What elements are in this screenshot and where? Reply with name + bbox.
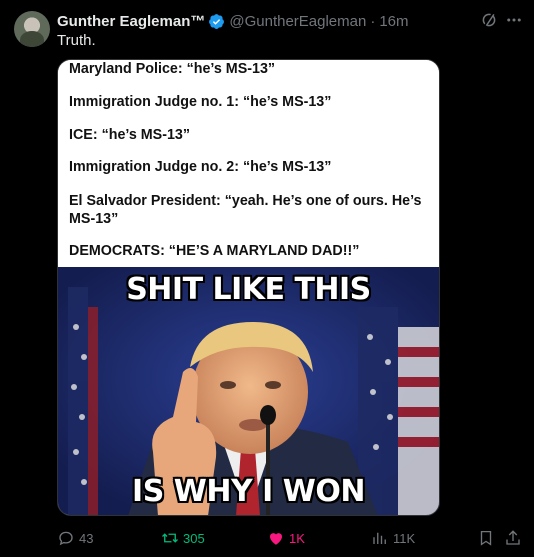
views-icon <box>373 532 386 544</box>
meme-top-text: SHIT LIKE THIS <box>126 272 371 307</box>
bookmark-icon <box>480 530 492 546</box>
quote-line: ICE: “he’s MS-13” <box>69 127 191 143</box>
repost-count: 305 <box>183 530 205 546</box>
share-button[interactable] <box>504 527 522 549</box>
reply-count: 43 <box>79 530 94 546</box>
reply-button[interactable]: 43 <box>57 527 93 549</box>
like-count: 1K <box>289 530 305 546</box>
share-icon <box>506 530 520 545</box>
views-count: 11K <box>393 530 416 546</box>
bookmark-button[interactable] <box>477 527 495 549</box>
post[interactable]: Gunther Eagleman™ @GuntherEagleman · 16m… <box>0 0 534 557</box>
like-icon <box>270 533 282 545</box>
quote-line: Immigration Judge no. 1: “he’s MS-13” <box>69 94 332 110</box>
post-text: Truth. <box>57 32 96 49</box>
quote-text-panel: Maryland Police: “he’s MS-13” Immigratio… <box>58 60 439 267</box>
quote-line: El Salvador President: “yeah. He’s one o… <box>69 193 422 227</box>
avatar[interactable] <box>14 11 50 47</box>
quote-line: Immigration Judge no. 2: “he’s MS-13” <box>69 159 332 175</box>
reply-icon <box>59 531 73 546</box>
post-header: Gunther Eagleman™ @GuntherEagleman · 16m <box>57 11 409 31</box>
grok-icon[interactable] <box>480 11 498 29</box>
verified-badge-icon[interactable] <box>208 13 225 30</box>
meme-image: SHIT LIKE THIS IS WHY I WON <box>58 267 439 515</box>
more-icon[interactable] <box>504 11 524 29</box>
quote-line: DEMOCRATS: “HE’S A MARYLAND DAD!!” <box>69 243 360 259</box>
action-bar: 43 305 1K 11K <box>57 527 527 549</box>
repost-icon <box>162 533 178 543</box>
separator: · <box>370 12 376 30</box>
views-button[interactable]: 11K <box>371 527 415 549</box>
author-name[interactable]: Gunther Eagleman™ <box>57 13 205 30</box>
post-media[interactable]: Maryland Police: “he’s MS-13” Immigratio… <box>57 59 440 516</box>
post-time[interactable]: 16m <box>379 13 408 30</box>
meme-bottom-text: IS WHY I WON <box>132 474 365 509</box>
author-handle[interactable]: @GuntherEagleman <box>229 13 366 30</box>
like-button[interactable]: 1K <box>267 527 305 549</box>
repost-button[interactable]: 305 <box>161 527 205 549</box>
quote-line: Maryland Police: “he’s MS-13” <box>69 61 276 77</box>
